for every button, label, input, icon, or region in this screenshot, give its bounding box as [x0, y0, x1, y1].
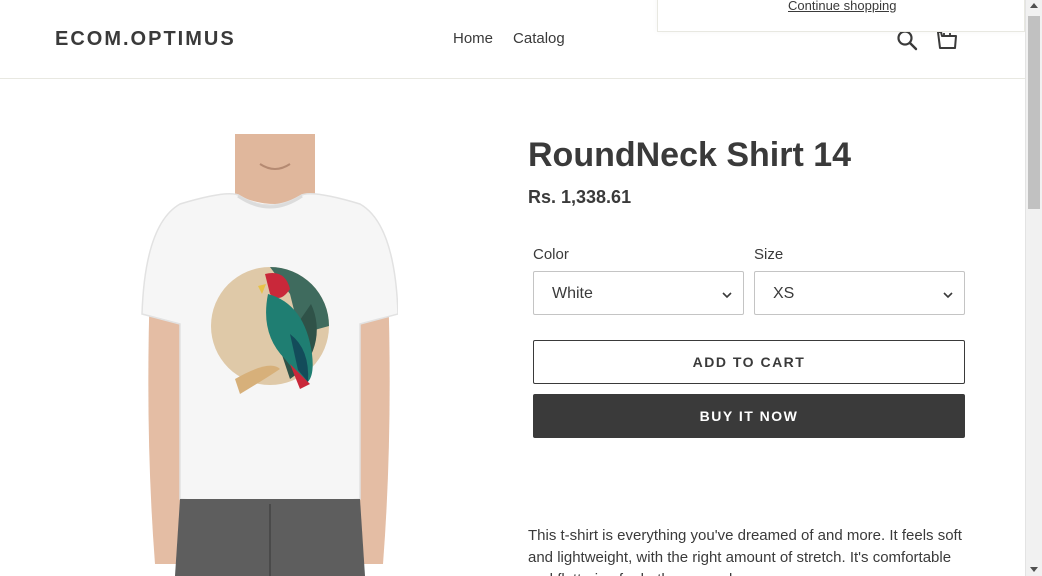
color-select[interactable]: White [533, 271, 744, 315]
chevron-down-icon [942, 288, 954, 300]
color-select-value: White [552, 285, 593, 302]
product-price: Rs. 1,338.61 [528, 187, 632, 207]
continue-shopping-link[interactable]: Continue shopping [788, 0, 896, 13]
main-nav: Home Catalog [453, 30, 565, 47]
product-image[interactable] [140, 134, 398, 576]
size-label: Size [754, 246, 784, 263]
scroll-up-icon[interactable] [1030, 3, 1038, 8]
size-select-value: XS [773, 285, 795, 302]
cart-popup: Continue shopping [657, 0, 1025, 32]
product-title: RoundNeck Shirt 14 [528, 136, 852, 174]
scroll-thumb[interactable] [1028, 16, 1040, 209]
product-description: This t-shirt is everything you've dreame… [528, 527, 962, 576]
page-scrollbar[interactable] [1025, 0, 1042, 576]
buy-now-button[interactable]: BUY IT NOW [533, 394, 965, 438]
size-select[interactable]: XS [754, 271, 965, 315]
nav-catalog-link[interactable]: Catalog [513, 30, 565, 47]
color-label: Color [533, 246, 569, 263]
chevron-down-icon [721, 288, 733, 300]
site-logo[interactable]: ECOM.OPTIMUS [55, 28, 236, 51]
nav-home-link[interactable]: Home [453, 30, 493, 47]
scroll-down-icon[interactable] [1030, 567, 1038, 572]
add-to-cart-button[interactable]: ADD TO CART [533, 340, 965, 384]
